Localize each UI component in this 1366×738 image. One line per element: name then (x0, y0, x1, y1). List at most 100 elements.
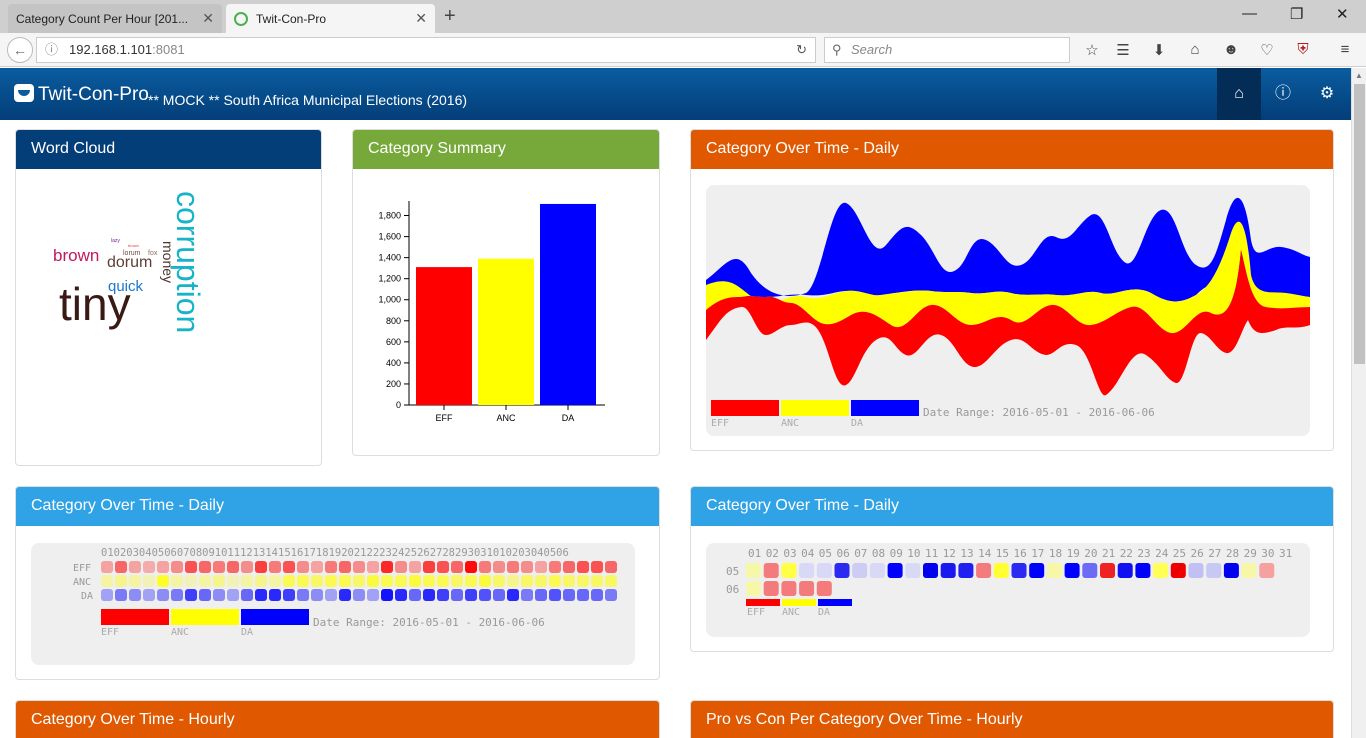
heat-cell-eff (199, 561, 211, 573)
browser-tab-twit-con-pro[interactable]: Twit-Con-Pro ✕ (226, 4, 435, 33)
close-icon[interactable]: ✕ (415, 10, 427, 27)
heat-cell-da (325, 589, 337, 601)
heat-cell-da (129, 589, 141, 601)
heat-cell-anc (535, 575, 547, 587)
heat-cell-da (479, 589, 491, 601)
close-icon[interactable]: ✕ (202, 10, 214, 27)
legend-swatch-eff (101, 609, 169, 625)
date-range: Date Range: 2016-05-01 - 2016-06-06 (313, 616, 545, 629)
gear-icon[interactable]: ⚙ (1305, 68, 1349, 120)
legend-label: EFF (711, 418, 730, 429)
calendar-cell-may (1117, 563, 1133, 578)
heat-cell-eff (255, 561, 267, 573)
heat-cell-eff (465, 561, 477, 573)
bar-anc (478, 258, 534, 405)
calendar-grid (746, 563, 1275, 596)
minimize-icon[interactable]: — (1242, 5, 1257, 22)
heat-cell-eff (451, 561, 463, 573)
heat-cell-da (143, 589, 155, 601)
restore-icon[interactable]: ❐ (1290, 5, 1303, 23)
calendar-day-label: 17 (1031, 547, 1045, 560)
heat-cell-da (199, 589, 211, 601)
url-bar[interactable]: ⓘ 192.168.1.101:8081 ↻ (36, 37, 816, 63)
heat-cell-anc (521, 575, 533, 587)
calendar-day-label: 22 (1119, 547, 1133, 560)
scroll-thumb[interactable] (1354, 84, 1365, 364)
calendar-cell-may (781, 563, 797, 578)
calendar-day-label: 26 (1190, 547, 1204, 560)
word-cloud: corruption tiny brown dorum money quick … (16, 169, 321, 465)
calendar-cell-may (1135, 563, 1151, 578)
heat-area: 0102030405060708091011121314151617181920… (31, 543, 635, 665)
heat-cell-anc (591, 575, 603, 587)
heat-cell-da (241, 589, 253, 601)
window-close-icon[interactable]: ✕ (1336, 5, 1349, 23)
calendar-day-label: 15 (995, 547, 1010, 560)
y-tick-label: 1,200 (378, 274, 401, 284)
bookmark-star-icon[interactable]: ☆ (1082, 41, 1102, 59)
panel-title: Category Summary (353, 130, 659, 169)
calendar-cell-may (1206, 563, 1222, 578)
browser-tab-category-count[interactable]: Category Count Per Hour [201... ✕ (8, 4, 222, 33)
heat-cell-da (451, 589, 463, 601)
chat-icon[interactable]: ☻ (1221, 41, 1241, 58)
download-icon[interactable]: ⬇ (1149, 41, 1169, 59)
menu-icon[interactable]: ≡ (1335, 41, 1355, 58)
calendar-day-label: 08 (871, 547, 886, 560)
pocket-icon[interactable]: ♡ (1257, 41, 1277, 59)
y-tick-label: 0 (396, 400, 401, 410)
heat-cell-eff (311, 561, 323, 573)
heat-cell-anc (563, 575, 575, 587)
heat-cell-da (521, 589, 533, 601)
heat-cell-da (353, 589, 365, 601)
scroll-up-icon[interactable]: ▲ (1355, 71, 1363, 80)
heat-cell-eff (521, 561, 533, 573)
calendar-day-label: 24 (1155, 547, 1169, 560)
word-cloud-word: money (160, 241, 176, 284)
reload-icon[interactable]: ↻ (796, 38, 807, 62)
back-icon[interactable]: ← (7, 37, 33, 63)
page-scrollbar[interactable]: ▲ (1351, 68, 1366, 738)
calendar-cell-may (799, 563, 815, 578)
calendar-cell-may (746, 563, 761, 578)
app-brand[interactable]: Twit-Con-Pro (38, 84, 149, 106)
calendar-cell-june (781, 581, 797, 596)
heat-cell-eff (283, 561, 295, 573)
y-tick-label: 400 (386, 358, 401, 368)
heat-cell-anc (283, 575, 295, 587)
info-circle-icon[interactable]: ⓘ (1261, 68, 1305, 120)
heat-cell-eff (171, 561, 183, 573)
search-input[interactable]: ⚲ Search (824, 37, 1070, 63)
home-icon[interactable]: ⌂ (1217, 68, 1261, 120)
y-tick-label: 1,400 (378, 253, 401, 263)
heat-cell-eff (143, 561, 155, 573)
calendar-cell-may (940, 563, 956, 578)
reader-list-icon[interactable]: ☰ (1113, 41, 1133, 59)
app-header: Twit-Con-Pro ** MOCK ** South Africa Mun… (0, 68, 1351, 120)
calendar-day-label: 28 (1225, 547, 1240, 560)
calendar-day-label: 14 (978, 547, 992, 560)
heat-cell-anc (213, 575, 225, 587)
calendar-day-label: 10 (907, 547, 921, 560)
calendar-cell-may (1223, 563, 1239, 578)
heat-cell-da (339, 589, 351, 601)
new-tab-icon[interactable]: + (444, 5, 456, 28)
heat-cell-da (115, 589, 127, 601)
category-over-time-daily-stream-panel: Category Over Time - Daily EFF ANC DA Da… (690, 129, 1334, 451)
home-browser-icon[interactable]: ⌂ (1185, 41, 1205, 58)
info-icon[interactable]: ⓘ (45, 38, 58, 62)
heat-cell-da (157, 589, 169, 601)
word-cloud-word: lorum (123, 250, 141, 257)
calendar-day-label: 19 (1066, 547, 1080, 560)
legend-swatch-eff (711, 400, 779, 416)
legend-swatch-anc (171, 609, 239, 625)
ublock-icon[interactable]: ⛨ (1293, 41, 1313, 58)
heat-cell-anc (297, 575, 309, 587)
pro-vs-con-hourly-panel: Pro vs Con Per Category Over Time - Hour… (690, 700, 1334, 738)
word-cloud-word: fox (148, 250, 158, 257)
heat-cell-anc (325, 575, 337, 587)
streamgraph-area (706, 185, 1310, 436)
heat-cell-eff (339, 561, 351, 573)
calendar-cell-may (1029, 563, 1045, 578)
y-tick-label: 1,000 (378, 295, 401, 305)
